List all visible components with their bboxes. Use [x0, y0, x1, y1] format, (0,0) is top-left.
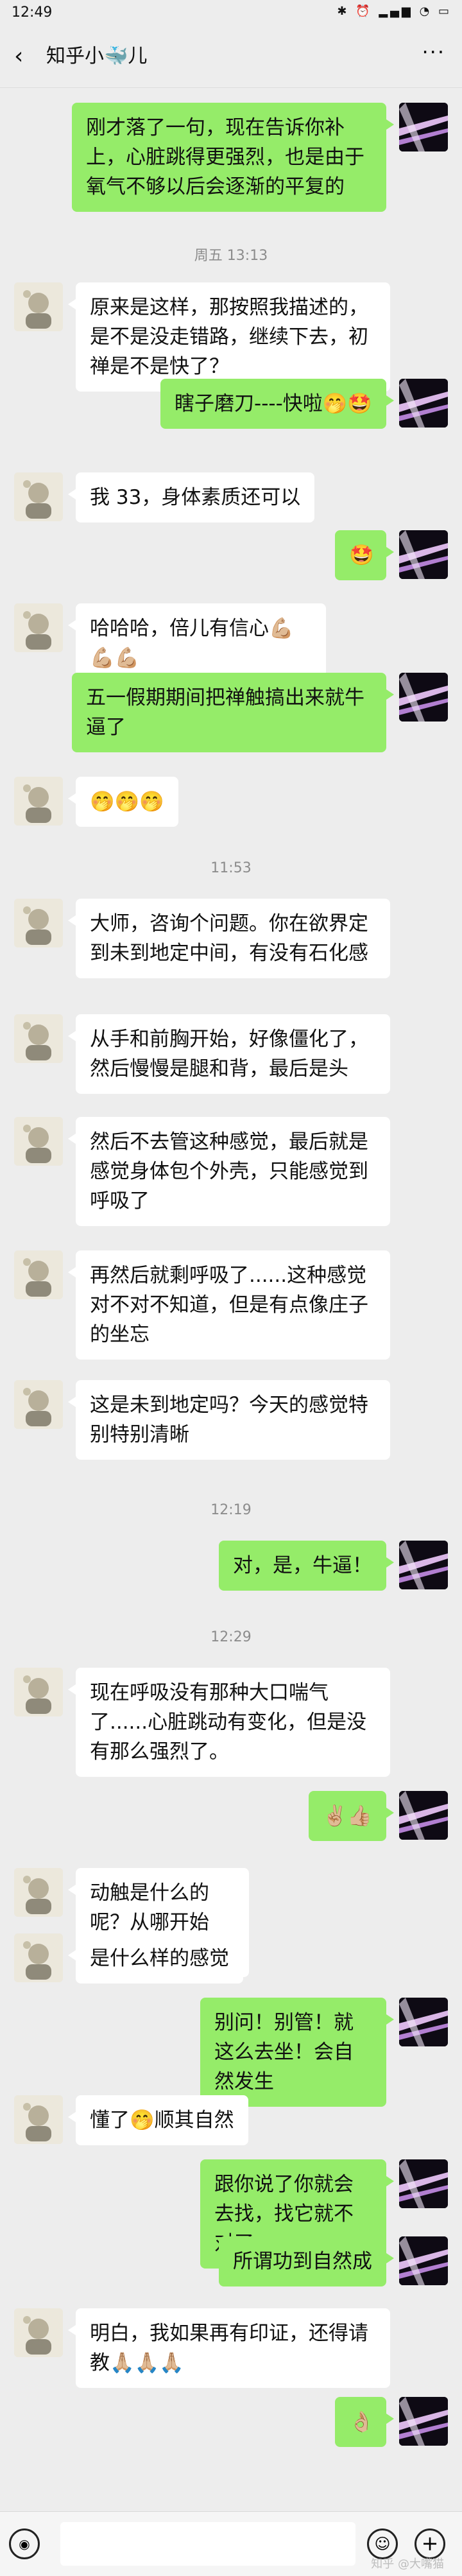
message-bubble[interactable]: 从手和前胸开始，好像僵化了，然后慢慢是腿和背，最后是头: [68, 1014, 390, 1094]
message-bubble[interactable]: 👌🏼: [335, 2397, 394, 2447]
message-bubble[interactable]: 这是未到地定吗？今天的感觉特别特别清晰: [68, 1380, 390, 1460]
contact-avatar[interactable]: [14, 282, 63, 331]
message-bubble[interactable]: 大师，咨询个问题。你在欲界定到未到地定中间，有没有石化感: [68, 899, 390, 978]
watermark: 知乎 @大嘴猫: [371, 2557, 444, 2571]
contact-avatar[interactable]: [14, 899, 63, 947]
message-bubble[interactable]: 明白，我如果再有印证，还得请教🙏🏼🙏🏼🙏🏼: [68, 2308, 390, 2388]
message-bubble[interactable]: 刚才落了一句，现在告诉你补上，心脏跳得更强烈，也是由于氧气不够以后会逐渐的平复的: [72, 103, 394, 212]
message-bubble[interactable]: 是什么样的感觉: [68, 1933, 243, 1984]
voice-icon[interactable]: ◉: [9, 2528, 40, 2559]
self-avatar[interactable]: [399, 1791, 448, 1840]
contact-avatar[interactable]: [14, 603, 63, 652]
message-bubble[interactable]: 再然后就剩呼吸了......这种感觉对不对不知道，但是有点像庄子的坐忘: [68, 1250, 390, 1360]
contact-avatar[interactable]: [14, 472, 63, 521]
status-bar: 12:49 ✱ ⏰ ▂▄▆ ◔ ▭: [0, 0, 462, 28]
contact-avatar[interactable]: [14, 777, 63, 826]
self-avatar[interactable]: [399, 2236, 448, 2285]
contact-avatar[interactable]: [14, 1250, 63, 1299]
timestamp: 周五 13:13: [194, 248, 268, 264]
nav-bar: ‹ 知乎小🐳儿 ···: [0, 28, 462, 88]
contact-avatar[interactable]: [14, 1380, 63, 1429]
timestamp: 11:53: [210, 860, 252, 876]
timestamp: 12:29: [210, 1629, 252, 1645]
contact-avatar[interactable]: [14, 1014, 63, 1063]
chat-title: 知乎小🐳儿: [46, 45, 148, 67]
more-dots-icon[interactable]: ···: [422, 40, 445, 64]
message-bubble[interactable]: 哈哈哈，倍儿有信心💪🏼💪🏼💪🏼: [68, 603, 326, 683]
back-icon[interactable]: ‹: [14, 44, 23, 69]
message-input[interactable]: [60, 2522, 355, 2566]
contact-avatar[interactable]: [14, 1117, 63, 1166]
message-bubble[interactable]: 对，是，牛逼！: [219, 1541, 394, 1591]
message-bubble[interactable]: 瞎子磨刀----快啦🤭🤩: [160, 379, 394, 429]
message-bubble[interactable]: 现在呼吸没有那种大口喘气了......心脏跳动有变化，但是没有那么强烈了。: [68, 1668, 390, 1777]
self-avatar[interactable]: [399, 1541, 448, 1589]
message-bubble[interactable]: 五一假期期间把禅触搞出来就牛逼了: [72, 673, 394, 752]
self-avatar[interactable]: [399, 103, 448, 151]
contact-avatar[interactable]: [14, 2308, 63, 2357]
self-avatar[interactable]: [399, 379, 448, 428]
message-bubble[interactable]: ✌🏼👍🏼: [308, 1791, 395, 1841]
self-avatar[interactable]: [399, 1998, 448, 2046]
message-bubble[interactable]: 🤩: [335, 530, 394, 580]
self-avatar[interactable]: [399, 673, 448, 722]
status-icons: ✱ ⏰ ▂▄▆ ◔ ▭: [337, 4, 452, 18]
message-bubble[interactable]: 🤭🤭🤭: [68, 777, 178, 827]
message-bubble[interactable]: 别问！别管！就这么去坐！会自然发生: [200, 1998, 394, 2107]
message-bubble[interactable]: 原来是这样，那按照我描述的，是不是没走错路，继续下去，初禅是不是快了？: [68, 282, 390, 392]
timestamp: 12:19: [210, 1502, 252, 1518]
message-bubble[interactable]: 懂了🤭顺其自然: [68, 2095, 248, 2145]
contact-avatar[interactable]: [14, 1933, 63, 1982]
contact-avatar[interactable]: [14, 1668, 63, 1716]
status-time: 12:49: [12, 4, 53, 21]
contact-avatar[interactable]: [14, 2095, 63, 2144]
message-bubble[interactable]: 然后不去管这种感觉，最后就是感觉身体包个外壳，只能感觉到呼吸了: [68, 1117, 390, 1226]
message-bubble[interactable]: 所谓功到自然成: [219, 2236, 394, 2286]
message-bubble[interactable]: 我 33，身体素质还可以: [67, 472, 315, 523]
self-avatar[interactable]: [399, 2397, 448, 2446]
self-avatar[interactable]: [399, 2159, 448, 2208]
contact-avatar[interactable]: [14, 1868, 63, 1917]
self-avatar[interactable]: [399, 530, 448, 579]
